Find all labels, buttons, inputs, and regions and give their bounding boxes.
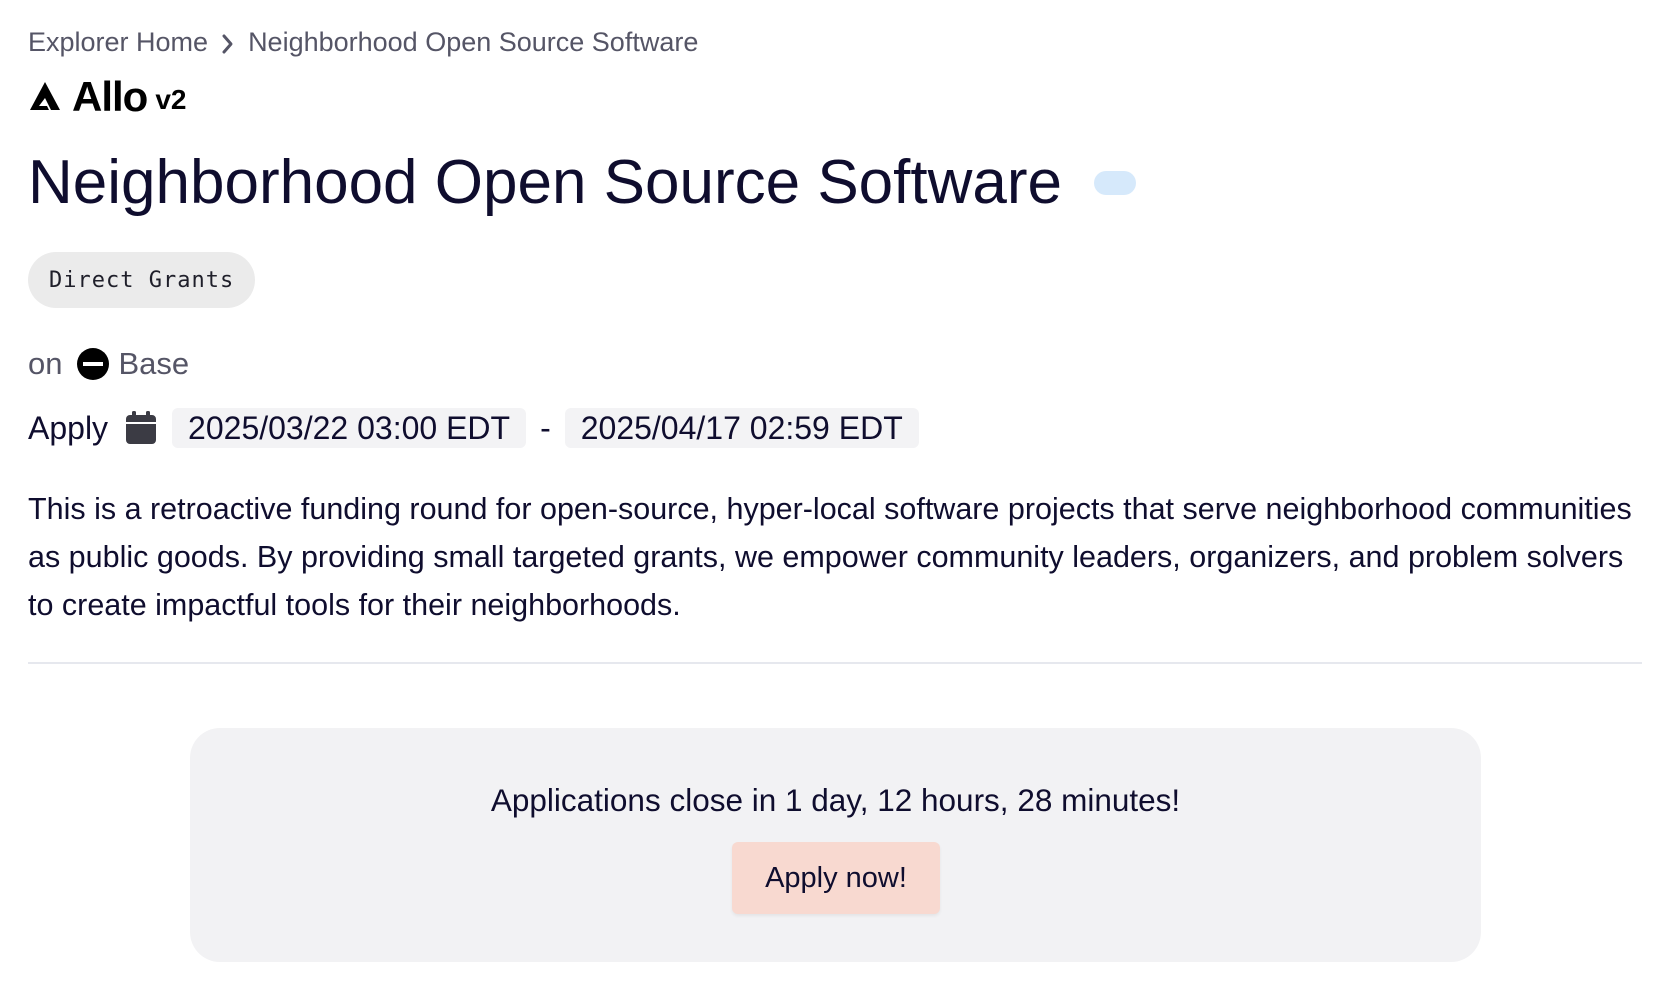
- apply-start-date: 2025/03/22 03:00 EDT: [172, 408, 527, 448]
- apply-end-date: 2025/04/17 02:59 EDT: [564, 408, 919, 448]
- breadcrumb-home-link[interactable]: Explorer Home: [28, 27, 208, 58]
- breadcrumb-current[interactable]: Neighborhood Open Source Software: [248, 27, 698, 58]
- application-period: Apply 2025/03/22 03:00 EDT - 2025/04/17 …: [28, 408, 919, 448]
- calendar-icon: [126, 411, 157, 444]
- chain-name: Base: [118, 346, 190, 381]
- chain-prefix: on: [28, 346, 63, 381]
- divider: [28, 662, 1642, 664]
- allo-logo[interactable]: Allo v2: [28, 74, 186, 120]
- breadcrumb: Explorer Home Neighborhood Open Source S…: [28, 27, 698, 58]
- base-chain-icon: [77, 348, 110, 380]
- chain-info: on Base: [28, 346, 189, 382]
- status-badge: [1094, 171, 1136, 195]
- date-separator: -: [540, 409, 551, 446]
- logo-name: Allo: [72, 73, 148, 120]
- round-type-tag: Direct Grants: [28, 252, 256, 308]
- apply-label: Apply: [28, 409, 109, 446]
- round-description: This is a retroactive funding round for …: [28, 492, 1632, 622]
- application-countdown: Applications close in 1 day, 12 hours, 2…: [490, 782, 1181, 818]
- allo-logo-icon: [30, 82, 60, 110]
- apply-now-button[interactable]: Apply now!: [732, 842, 940, 914]
- logo-version: v2: [155, 84, 187, 115]
- page-title: Neighborhood Open Source Software: [28, 148, 1062, 217]
- apply-panel: Applications close in 1 day, 12 hours, 2…: [190, 728, 1481, 962]
- chevron-right-icon: [208, 27, 248, 58]
- title-row: Neighborhood Open Source Software: [28, 145, 1136, 221]
